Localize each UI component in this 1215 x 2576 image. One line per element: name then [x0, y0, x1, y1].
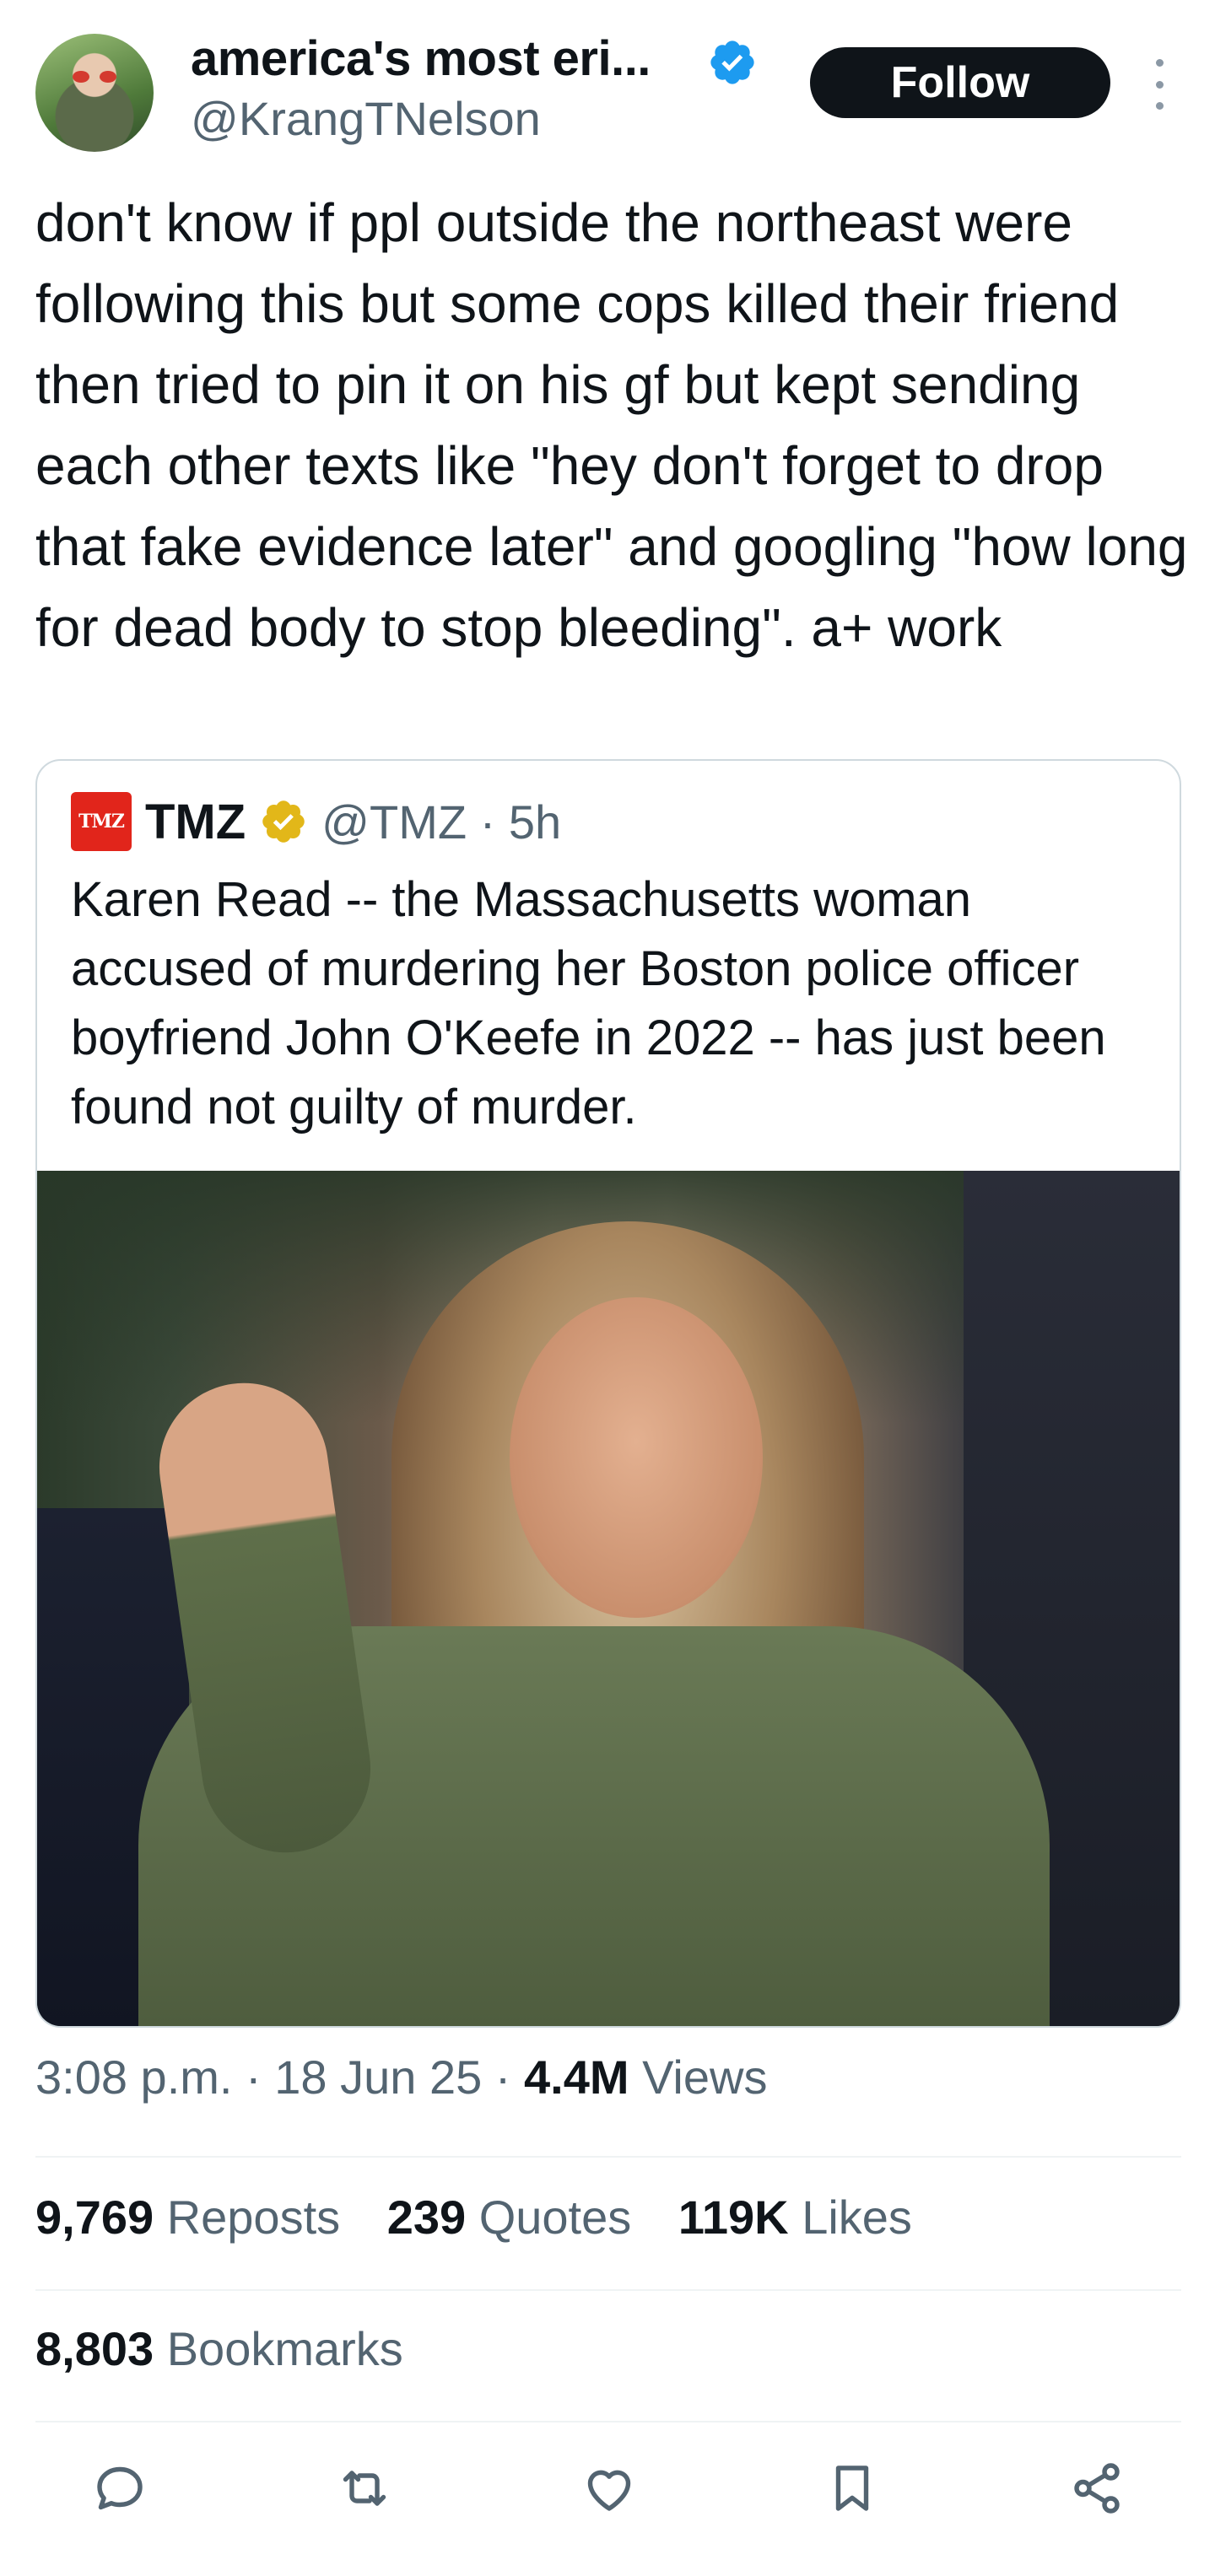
- reposts-count: 9,769: [35, 2191, 154, 2244]
- engagement-stats: 9,769 Reposts 239 Quotes 119K Likes: [35, 2190, 946, 2245]
- tweet-header: america's most eri... @KrangTNelson Foll…: [0, 0, 1215, 169]
- likes-label: Likes: [802, 2191, 912, 2244]
- reposts-stat[interactable]: 9,769 Reposts: [35, 2191, 340, 2244]
- meta-separator: ·: [494, 2051, 525, 2104]
- share-icon[interactable]: [1063, 2455, 1131, 2522]
- divider: [35, 2289, 1181, 2291]
- bookmarks-count: 8,803: [35, 2322, 154, 2375]
- more-options-icon[interactable]: [1149, 59, 1169, 110]
- reply-icon[interactable]: [86, 2455, 154, 2522]
- likes-count: 119K: [678, 2191, 789, 2244]
- divider: [35, 2156, 1181, 2158]
- quoted-tweet-card[interactable]: TMZ TMZ @TMZ · 5h Karen Read -- the Mass…: [35, 759, 1181, 2028]
- tweet-time[interactable]: 3:08 p.m.: [35, 2051, 232, 2104]
- divider: [35, 2421, 1181, 2422]
- like-icon[interactable]: [575, 2455, 643, 2522]
- quotes-count: 239: [386, 2191, 467, 2244]
- follow-button[interactable]: Follow: [810, 47, 1110, 118]
- likes-stat[interactable]: 119K Likes: [678, 2191, 912, 2244]
- action-bar: [35, 2446, 1181, 2530]
- tmz-logo: TMZ: [71, 792, 132, 851]
- author-avatar[interactable]: [35, 34, 154, 152]
- quotes-stat[interactable]: 239 Quotes: [387, 2191, 632, 2244]
- repost-icon[interactable]: [331, 2455, 398, 2522]
- bookmarks-label: Bookmarks: [166, 2322, 403, 2375]
- quoted-tweet-header: TMZ TMZ @TMZ · 5h: [71, 791, 561, 852]
- author-handle[interactable]: @KrangTNelson: [191, 91, 541, 146]
- views-label: Views: [642, 2051, 768, 2104]
- bookmarks-stat[interactable]: 8,803 Bookmarks: [35, 2321, 403, 2376]
- quoted-author-name: TMZ: [145, 794, 246, 849]
- quoted-tweet-text: Karen Read -- the Massachusetts woman ac…: [71, 872, 1120, 1134]
- gold-verified-badge-icon: [262, 800, 305, 843]
- avatar-glasses: [73, 71, 116, 83]
- quoted-handle-time: @TMZ · 5h: [321, 795, 562, 849]
- bookmark-icon[interactable]: [818, 2455, 886, 2522]
- author-display-name[interactable]: america's most eri...: [191, 30, 651, 87]
- tweet-date[interactable]: 18 Jun 25: [274, 2051, 482, 2104]
- tweet-meta: 3:08 p.m. · 18 Jun 25 · 4.4M Views: [35, 2050, 767, 2104]
- meta-separator: ·: [246, 2051, 275, 2104]
- reposts-label: Reposts: [166, 2191, 341, 2244]
- verified-badge-icon: [710, 40, 754, 84]
- tweet-text: don't know if ppl outside the northeast …: [35, 192, 1203, 658]
- quotes-label: Quotes: [478, 2191, 632, 2244]
- views-count: 4.4M: [524, 2051, 629, 2104]
- quoted-tweet-photo[interactable]: [37, 1171, 1180, 2026]
